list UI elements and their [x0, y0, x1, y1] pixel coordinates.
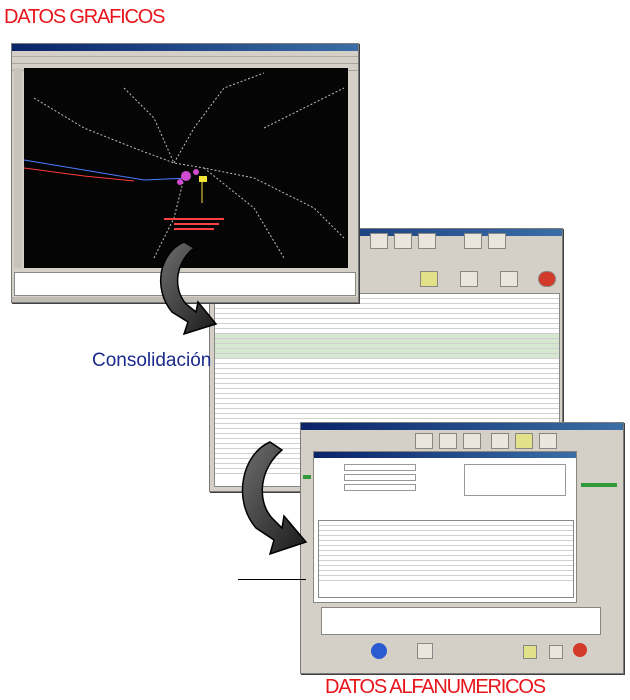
toolbar-button — [488, 233, 506, 249]
description-box — [464, 464, 566, 496]
toolbar-buttons — [360, 231, 560, 253]
toolbar-buttons — [411, 431, 621, 453]
text-field — [344, 464, 416, 471]
item-list — [318, 520, 574, 598]
results-table — [321, 607, 601, 635]
curved-arrow-icon — [159, 241, 218, 336]
toolbar-button — [394, 233, 412, 249]
consolidation-label: Consolidación — [92, 350, 212, 371]
window-titlebar — [12, 44, 358, 51]
toolbar-button — [464, 233, 482, 249]
help-icon — [523, 645, 537, 659]
toolbar-button — [417, 643, 433, 659]
help-icon — [515, 433, 533, 449]
status-indicator — [581, 483, 617, 487]
title-datos-alfanumericos: DATOS ALFANUMERICOS — [325, 676, 546, 698]
list-item — [319, 576, 573, 581]
text-field — [344, 474, 416, 481]
help-icon — [460, 271, 478, 287]
toolbar-button — [439, 433, 457, 449]
inner-dialog — [313, 451, 577, 603]
print-icon — [500, 271, 518, 287]
text-field — [344, 484, 416, 491]
search-icon — [420, 271, 438, 287]
curved-arrow-icon — [241, 441, 308, 556]
form-window-screenshot — [300, 422, 624, 674]
secondary-buttons — [360, 269, 560, 291]
window-titlebar — [301, 423, 623, 430]
toolbar-button — [370, 233, 388, 249]
toolbar-button — [463, 433, 481, 449]
globe-icon — [371, 643, 387, 659]
dialog-titlebar — [314, 452, 576, 458]
toolbar — [12, 57, 358, 64]
print-icon — [549, 645, 563, 659]
toolbar-button — [491, 433, 509, 449]
divider-line — [238, 579, 306, 580]
cad-toolbox — [14, 68, 22, 268]
exit-icon — [539, 433, 557, 449]
toolbar-button — [415, 433, 433, 449]
stop-icon — [573, 643, 587, 657]
title-datos-graficos: DATOS GRAFICOS — [4, 6, 165, 28]
toolbar-button — [418, 233, 436, 249]
stop-icon — [538, 271, 556, 287]
